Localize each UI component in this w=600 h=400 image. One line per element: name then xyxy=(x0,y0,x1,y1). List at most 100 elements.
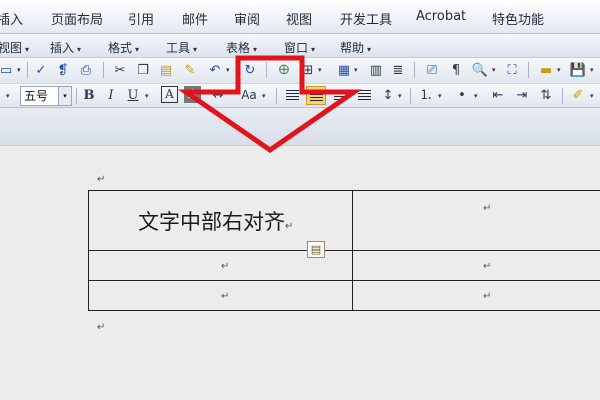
font-size-select[interactable]: 五号 ▾ xyxy=(20,86,72,106)
format-painter-icon[interactable]: ✎ xyxy=(180,61,200,80)
numbering-icon[interactable]: ⒈ xyxy=(416,86,436,105)
chevron-down-icon: ▾ xyxy=(77,45,82,54)
chevron-down-icon[interactable]: ▾ xyxy=(354,66,358,74)
hyperlink-icon[interactable]: 🜨 xyxy=(274,61,294,80)
menu-label: 视图 xyxy=(0,41,23,55)
tab-mailings[interactable]: 邮件 xyxy=(182,9,208,28)
chevron-down-icon[interactable]: ▾ xyxy=(17,66,21,74)
line-spacing-icon[interactable]: ↕ xyxy=(378,86,398,105)
character-scale-icon[interactable]: ↔ xyxy=(208,86,228,105)
text-direction-icon[interactable]: ≣ xyxy=(388,61,408,80)
menu-table[interactable]: 表格 ▾ xyxy=(226,39,257,56)
document-table[interactable]: 文字中部右对齐↵ ↵ ↵ ↵ ↵ ↵ xyxy=(88,190,600,311)
chevron-down-icon[interactable]: ▾ xyxy=(398,92,402,100)
chevron-down-icon[interactable]: ▾ xyxy=(474,92,478,100)
menu-format[interactable]: 格式 ▾ xyxy=(108,39,139,56)
cell-end-mark: ↵ xyxy=(285,221,294,232)
document-map-icon[interactable]: ⎚ xyxy=(422,61,442,80)
spelling-icon[interactable]: ✓ xyxy=(31,61,51,80)
menu-insert[interactable]: 插入 ▾ xyxy=(50,39,81,56)
bullets-icon[interactable]: • xyxy=(452,86,472,105)
paragraph-mark: ↵ xyxy=(97,322,106,333)
align-center-icon xyxy=(309,91,323,102)
tab-acrobat[interactable]: Acrobat xyxy=(416,9,466,24)
chevron-down-icon[interactable]: ▾ xyxy=(590,66,594,74)
tab-insert[interactable]: 插入 xyxy=(0,9,23,28)
decrease-indent-icon[interactable]: ⇤ xyxy=(488,86,508,105)
folder-icon[interactable]: ▬ xyxy=(536,61,556,80)
print-preview-icon[interactable]: ⎙ xyxy=(76,61,96,80)
menu-label: 帮助 xyxy=(340,41,365,55)
menu-tools[interactable]: 工具 ▾ xyxy=(166,39,197,56)
italic-button[interactable]: I xyxy=(101,86,121,105)
cell-end-mark: ↵ xyxy=(221,261,230,272)
underline-button[interactable]: U xyxy=(123,86,143,105)
tab-developer[interactable]: 开发工具 xyxy=(340,9,392,28)
zoom-icon[interactable]: 🔍 xyxy=(470,61,490,80)
cut-icon[interactable]: ✂ xyxy=(110,61,130,80)
increase-indent-icon[interactable]: ⇥ xyxy=(512,86,532,105)
chevron-down-icon: ▾ xyxy=(193,45,198,54)
paste-options-icon[interactable]: ▤ xyxy=(307,241,325,258)
insert-table-icon[interactable]: ▦ xyxy=(334,61,354,80)
copy-icon[interactable]: ❐ xyxy=(133,61,153,80)
toolbar-separator xyxy=(528,62,529,78)
toolbar-separator xyxy=(414,62,415,78)
tab-view[interactable]: 视图 xyxy=(286,9,312,28)
bold-button[interactable]: B xyxy=(79,86,99,105)
align-right-button[interactable] xyxy=(330,86,350,105)
chevron-down-icon[interactable]: ▾ xyxy=(438,92,442,100)
table-row-border xyxy=(89,250,600,251)
tab-references[interactable]: 引用 xyxy=(128,9,154,28)
standard-toolbar: ▭ ▾ ✓ ❡ ⎙ ✂ ❐ ▤ ✎ ↶ ▾ ↻ 🜨 ⊞ ▾ ▦ ▾ ▥ ≣ ⎚ … xyxy=(0,58,600,84)
chevron-down-icon[interactable]: ▾ xyxy=(492,66,496,74)
toolbar-separator xyxy=(103,62,104,78)
research-icon[interactable]: ❡ xyxy=(53,61,73,80)
character-shading-button[interactable]: A xyxy=(184,86,201,103)
columns-icon[interactable]: ▥ xyxy=(366,61,386,80)
new-document-icon[interactable]: ▭ xyxy=(0,61,16,80)
menu-label: 工具 xyxy=(166,41,191,55)
menu-view[interactable]: 视图 ▾ xyxy=(0,39,29,56)
undo-icon[interactable]: ↶ xyxy=(205,61,225,80)
menu-help[interactable]: 帮助 ▾ xyxy=(340,39,371,56)
table-borders-icon[interactable]: ⊞ xyxy=(298,61,318,80)
toolbar-separator xyxy=(27,62,28,78)
cell-end-mark: ↵ xyxy=(221,291,230,302)
table-cell-text[interactable]: 文字中部右对齐↵ xyxy=(138,206,293,236)
distributed-align-button[interactable] xyxy=(354,86,374,105)
align-left-icon xyxy=(285,90,299,101)
align-center-button[interactable] xyxy=(306,86,326,105)
highlight-icon[interactable]: ✐ xyxy=(568,86,588,105)
chevron-down-icon[interactable]: ▾ xyxy=(145,92,149,100)
chevron-down-icon[interactable]: ▾ xyxy=(262,92,266,100)
tab-page-layout[interactable]: 页面布局 xyxy=(51,9,103,28)
redo-icon[interactable]: ↻ xyxy=(240,61,260,80)
tab-review[interactable]: 审阅 xyxy=(234,9,260,28)
chevron-down-icon[interactable]: ▾ xyxy=(318,66,322,74)
ribbon-tab-bar: 插入 页面布局 引用 邮件 审阅 视图 开发工具 Acrobat 特色功能 xyxy=(0,0,600,34)
sort-icon[interactable]: ⇅ xyxy=(536,86,556,105)
chevron-down-icon[interactable]: ▾ xyxy=(590,92,594,100)
justify-icon xyxy=(357,90,371,101)
chevron-down-icon[interactable]: ▾ xyxy=(226,66,230,74)
full-screen-icon[interactable]: ⛶ xyxy=(502,61,522,80)
menu-label: 表格 xyxy=(226,41,251,55)
show-hide-icon[interactable]: ¶ xyxy=(446,61,466,80)
change-case-button[interactable]: Aa xyxy=(236,86,262,105)
chevron-down-icon: ▾ xyxy=(253,45,258,54)
chevron-down-icon: ▾ xyxy=(311,45,316,54)
tab-special-features[interactable]: 特色功能 xyxy=(492,9,544,28)
chevron-down-icon[interactable]: ▾ xyxy=(58,87,71,105)
menu-label: 插入 xyxy=(50,41,75,55)
character-border-button[interactable]: A xyxy=(161,86,178,103)
menu-window[interactable]: 窗口 ▾ xyxy=(284,39,315,56)
save-icon[interactable]: 💾 xyxy=(568,61,588,80)
chevron-down-icon[interactable]: ▾ xyxy=(557,66,561,74)
chevron-down-icon[interactable]: ▾ xyxy=(6,92,10,100)
align-left-button[interactable] xyxy=(282,86,302,105)
paste-icon[interactable]: ▤ xyxy=(156,61,176,80)
toolbar-separator xyxy=(266,62,267,78)
cell-end-mark: ↵ xyxy=(483,261,492,272)
toolbar-separator xyxy=(562,88,563,104)
